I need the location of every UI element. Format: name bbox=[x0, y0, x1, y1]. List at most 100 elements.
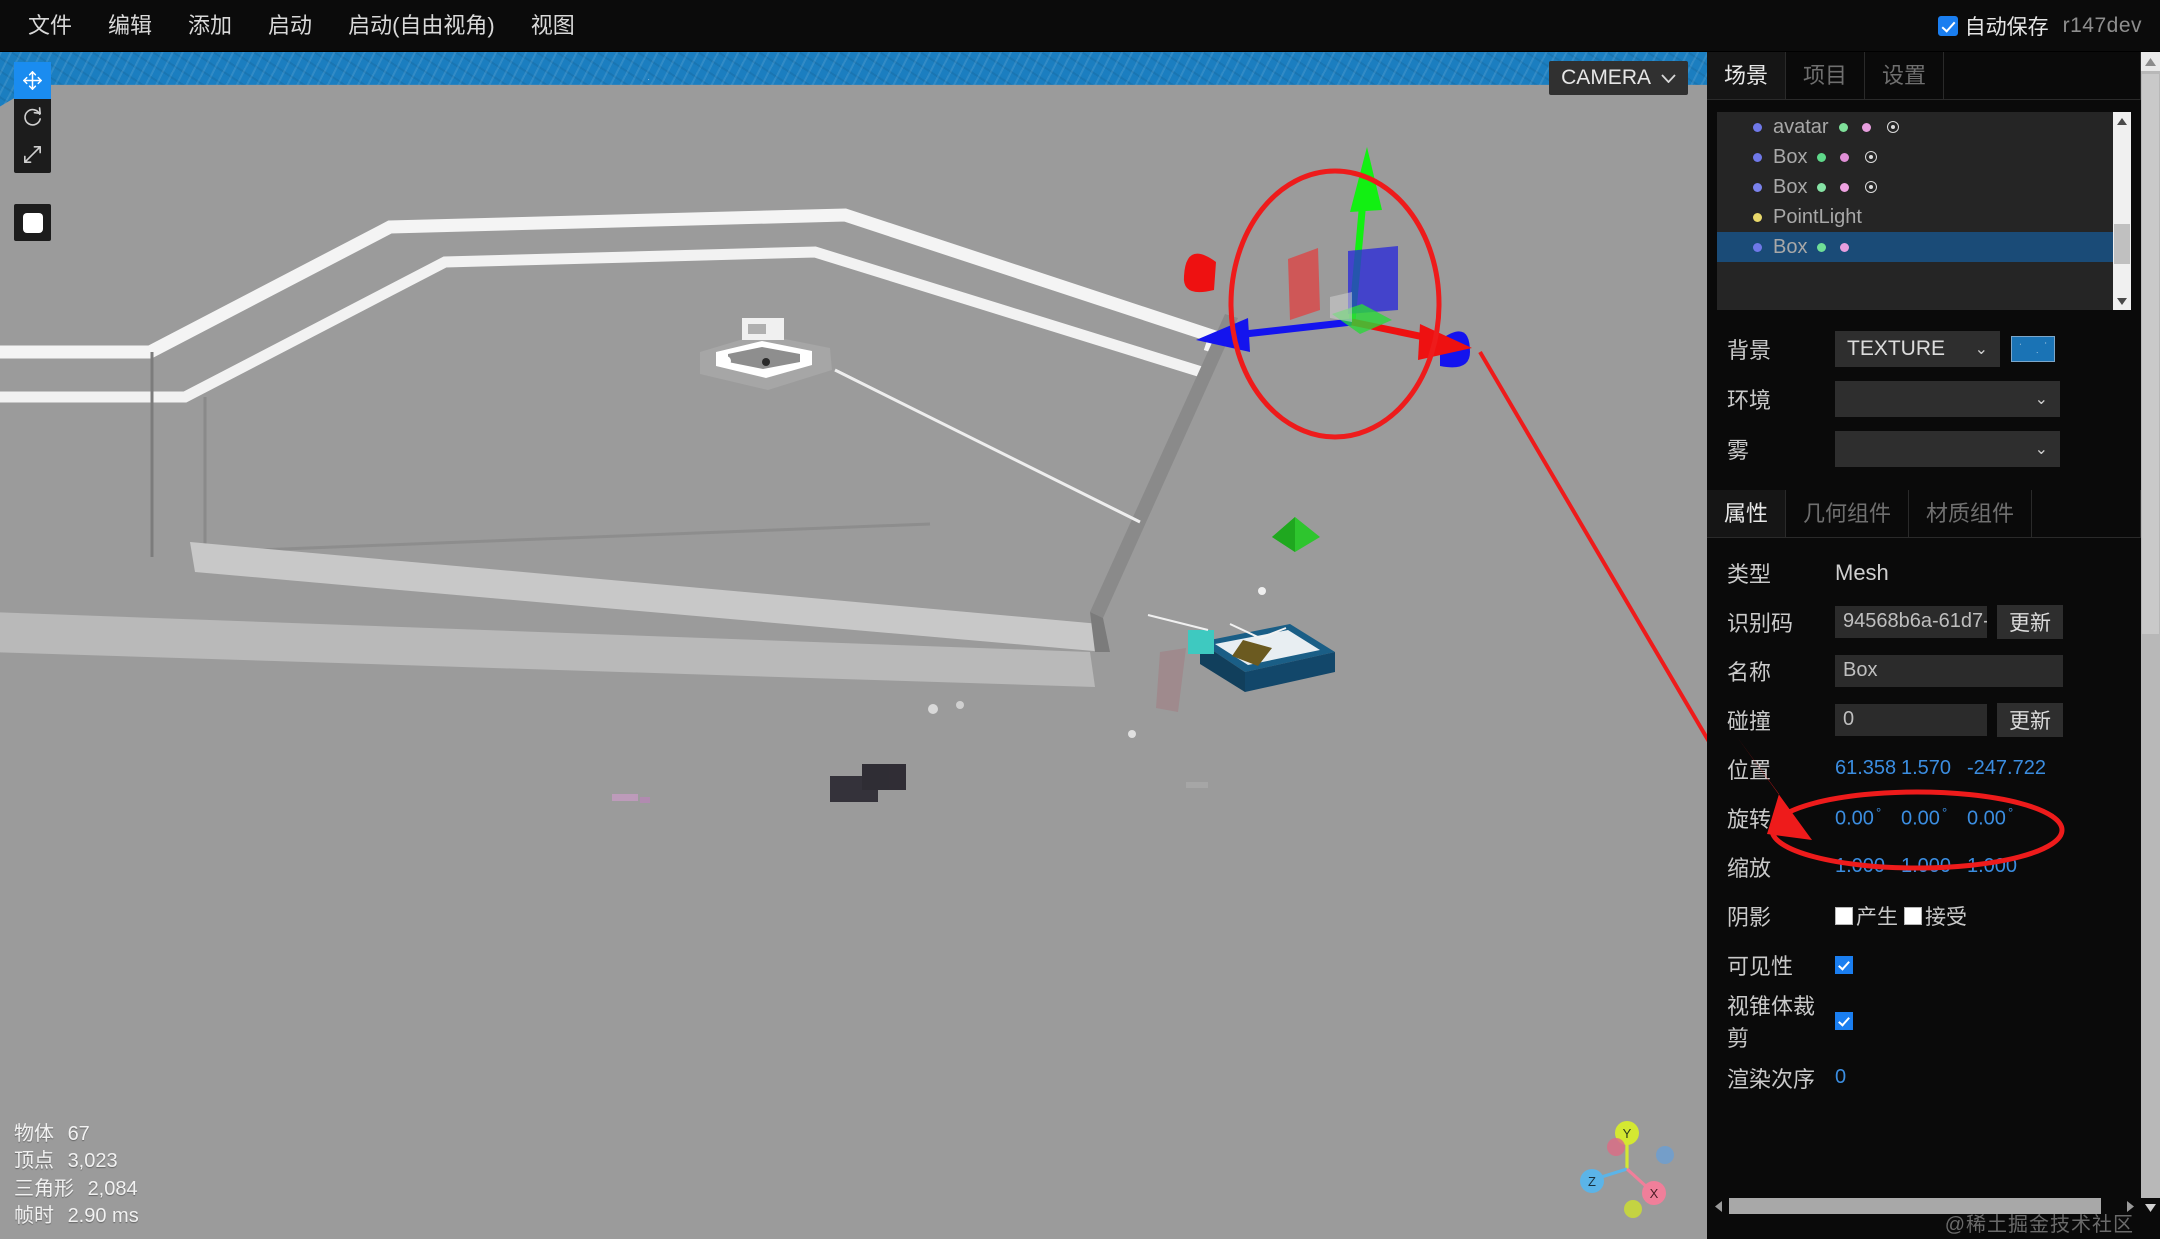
menu-item-add[interactable]: 添加 bbox=[170, 0, 250, 52]
translate-tool-button[interactable] bbox=[14, 62, 51, 99]
target-ring-icon[interactable] bbox=[1865, 181, 1878, 193]
position-y[interactable]: 1.570 bbox=[1901, 757, 1967, 780]
collide-update-button[interactable]: 更新 bbox=[1997, 702, 2063, 737]
tree-item-pointlight[interactable]: PointLight bbox=[1717, 202, 2113, 232]
autosave-toggle[interactable]: 自动保存 bbox=[1937, 11, 2049, 41]
scrollbar-track[interactable] bbox=[2113, 130, 2131, 292]
shadow-receive-option[interactable]: 接受 bbox=[1904, 901, 1967, 931]
position-z[interactable]: -247.722 bbox=[1967, 757, 2053, 780]
shadow-cast-checkbox[interactable] bbox=[1835, 906, 1853, 925]
tree-item-avatar[interactable]: avatar bbox=[1717, 112, 2113, 142]
autosave-label: 自动保存 bbox=[1964, 16, 2049, 39]
tree-item-box-2[interactable]: Box bbox=[1717, 172, 2113, 202]
menu-item-play-free[interactable]: 启动(自由视角) bbox=[330, 0, 513, 52]
type-value: Mesh bbox=[1835, 559, 1889, 585]
fog-select[interactable]: ⌄ bbox=[1835, 431, 2060, 467]
panel-horizontal-scrollbar[interactable] bbox=[1707, 1195, 2141, 1217]
visible-label: 可见性 bbox=[1727, 953, 1794, 979]
shadow-receive-label: 接受 bbox=[1925, 905, 1967, 929]
position-row: 位置 61.358 1.570 -247.722 bbox=[1707, 744, 2141, 793]
axis-orientation-gizmo[interactable]: Y Z X bbox=[1569, 1111, 1679, 1221]
collide-row: 碰撞 0 更新 bbox=[1707, 695, 2141, 744]
camera-select[interactable]: CAMERA bbox=[1549, 61, 1688, 95]
rotation-x[interactable]: 0.00 ° bbox=[1835, 805, 1901, 831]
scale-x[interactable]: 1.000 bbox=[1835, 855, 1901, 878]
uuid-update-button[interactable]: 更新 bbox=[1997, 604, 2063, 639]
scroll-right-icon[interactable] bbox=[2119, 1195, 2141, 1217]
background-row: 背景 TEXTURE ⌄ bbox=[1707, 324, 2141, 374]
tree-item-box-3-selected[interactable]: Box bbox=[1717, 232, 2113, 262]
tab-settings[interactable]: 设置 bbox=[1865, 52, 1945, 99]
tab-project[interactable]: 项目 bbox=[1786, 52, 1866, 99]
axis-neg-z-handle[interactable] bbox=[1656, 1146, 1674, 1164]
rotation-z[interactable]: 0.00 ° bbox=[1967, 805, 2053, 831]
light-dot bbox=[1753, 212, 1762, 222]
collide-input[interactable]: 0 bbox=[1835, 703, 1987, 736]
menu-item-view[interactable]: 视图 bbox=[513, 0, 593, 52]
position-label: 位置 bbox=[1727, 757, 1772, 783]
axis-neg-x-handle[interactable] bbox=[1607, 1138, 1625, 1156]
material-dot bbox=[1840, 242, 1850, 252]
geometry-dot bbox=[1817, 152, 1827, 162]
viewport-3d[interactable]: CAMERA 物体 67 顶点 3,023 三角形 2,084 帧时 2.90 … bbox=[0, 52, 1707, 1239]
frustum-checkbox[interactable] bbox=[1835, 1012, 1853, 1030]
tab-geometry[interactable]: 几何组件 bbox=[1786, 490, 1910, 537]
position-x[interactable]: 61.358 bbox=[1835, 757, 1901, 780]
type-row: 类型 Mesh bbox=[1707, 548, 2141, 597]
axis-y-label: Y bbox=[1623, 1126, 1632, 1141]
scene-tree-scrollbar[interactable] bbox=[2113, 112, 2131, 310]
name-input[interactable]: Box bbox=[1835, 654, 2063, 687]
hscrollbar-thumb[interactable] bbox=[1729, 1198, 2101, 1214]
axis-neg-y-handle[interactable] bbox=[1624, 1200, 1642, 1218]
square-tool-button[interactable] bbox=[14, 204, 51, 241]
scrollbar-thumb[interactable] bbox=[2142, 74, 2159, 634]
scrollbar-thumb[interactable] bbox=[2114, 224, 2130, 264]
menu-bar: 文件 编辑 添加 启动 启动(自由视角) 视图 自动保存 r147dev bbox=[0, 0, 2160, 52]
autosave-checkbox[interactable] bbox=[1937, 16, 1958, 36]
background-select[interactable]: TEXTURE ⌄ bbox=[1835, 331, 2000, 367]
hscrollbar-track[interactable] bbox=[1729, 1198, 2119, 1214]
scroll-down-icon[interactable] bbox=[2113, 292, 2131, 310]
target-ring-icon[interactable] bbox=[1865, 151, 1878, 163]
camera-select-label: CAMERA bbox=[1561, 66, 1651, 89]
scale-z[interactable]: 1.000 bbox=[1967, 855, 2053, 878]
panel-top-tabs: 场景 项目 设置 bbox=[1707, 52, 2141, 100]
scale-tool-button[interactable] bbox=[14, 136, 51, 173]
tree-item-box-1[interactable]: Box bbox=[1717, 142, 2113, 172]
render-order-value[interactable]: 0 bbox=[1835, 1066, 1901, 1089]
panel-vertical-scrollbar[interactable] bbox=[2141, 52, 2160, 1217]
visible-checkbox[interactable] bbox=[1835, 955, 1853, 974]
scroll-down-icon[interactable] bbox=[2141, 1198, 2160, 1217]
background-texture-swatch[interactable] bbox=[2011, 336, 2055, 362]
environment-select[interactable]: ⌄ bbox=[1835, 381, 2060, 417]
tab-scene[interactable]: 场景 bbox=[1707, 52, 1787, 99]
tab-material[interactable]: 材质组件 bbox=[1909, 490, 2033, 537]
axis-x-label: X bbox=[1650, 1186, 1659, 1201]
degree-symbol: ° bbox=[2007, 804, 2014, 820]
menu-item-edit[interactable]: 编辑 bbox=[90, 0, 170, 52]
object-type-dot bbox=[1753, 122, 1762, 132]
target-ring-icon[interactable] bbox=[1886, 121, 1899, 133]
uuid-input[interactable]: 94568b6a-61d7-4f bbox=[1835, 605, 1987, 638]
tab-attributes[interactable]: 属性 bbox=[1707, 490, 1787, 537]
rotation-x-value: 0.00 bbox=[1835, 807, 1874, 830]
shadow-cast-option[interactable]: 产生 bbox=[1835, 901, 1898, 931]
scroll-left-icon[interactable] bbox=[1707, 1195, 1729, 1217]
scene-tree[interactable]: avatar Box Box PointLight Box bbox=[1717, 112, 2131, 310]
rotation-y[interactable]: 0.00 ° bbox=[1901, 805, 1967, 831]
shadow-receive-checkbox[interactable] bbox=[1904, 906, 1922, 925]
scroll-up-icon[interactable] bbox=[2113, 112, 2131, 130]
material-dot bbox=[1840, 152, 1850, 162]
menu-item-file[interactable]: 文件 bbox=[10, 0, 90, 52]
scale-y[interactable]: 1.000 bbox=[1901, 855, 1967, 878]
rotate-tool-button[interactable] bbox=[14, 99, 51, 136]
visible-row: 可见性 bbox=[1707, 940, 2141, 989]
tabbar-filler bbox=[1944, 52, 2141, 99]
collide-label: 碰撞 bbox=[1727, 708, 1772, 734]
stat-triangles-value: 2,084 bbox=[87, 1177, 138, 1200]
scale-label: 缩放 bbox=[1727, 855, 1772, 881]
scroll-up-icon[interactable] bbox=[2141, 52, 2160, 71]
stat-frametime: 帧时 2.90 ms bbox=[14, 1203, 139, 1231]
menu-item-play[interactable]: 启动 bbox=[250, 0, 330, 52]
transform-tool-strip[interactable] bbox=[14, 62, 51, 173]
